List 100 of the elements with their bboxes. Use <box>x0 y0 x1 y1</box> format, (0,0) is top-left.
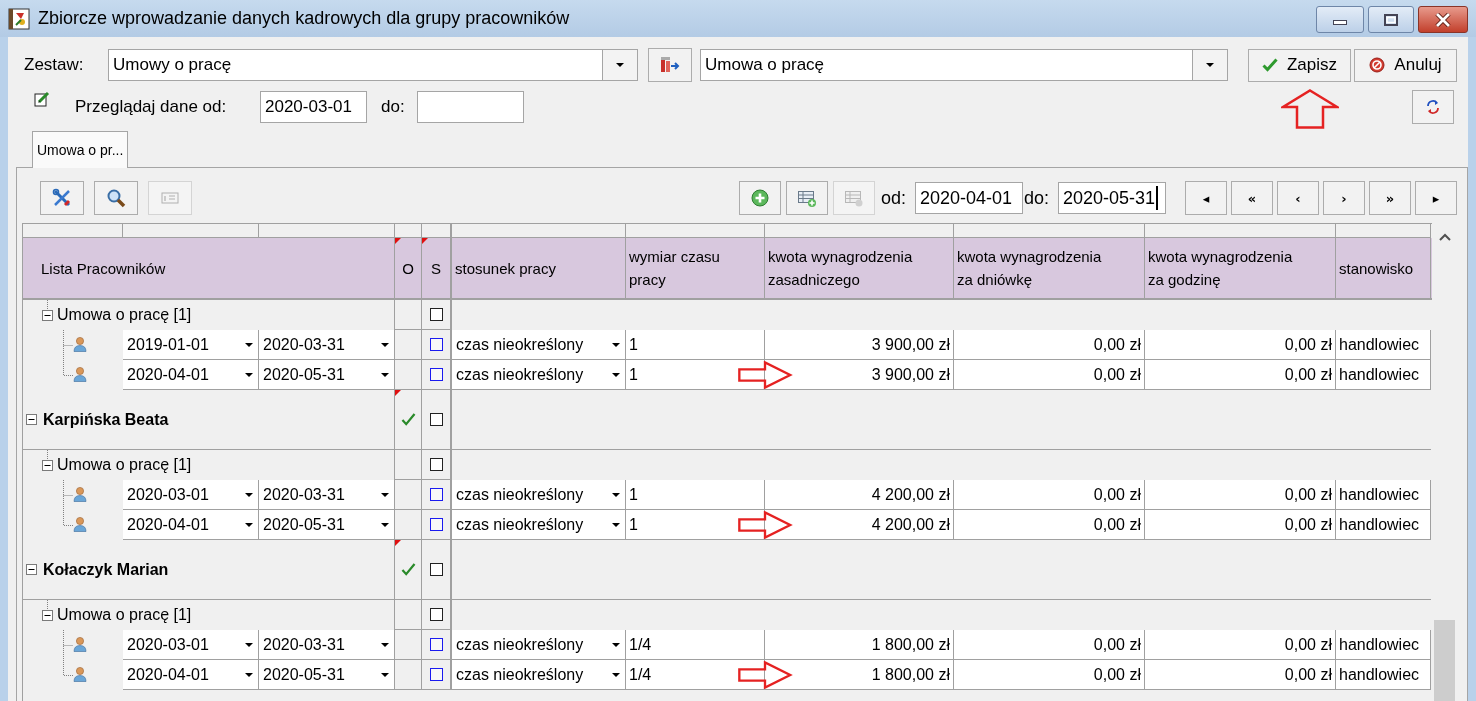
maximize-button[interactable] <box>1368 6 1414 33</box>
date-dropdown[interactable]: 2020-03-31 <box>259 630 395 660</box>
nav-button[interactable]: ◂ <box>1185 181 1227 215</box>
date-dropdown[interactable]: 2020-05-31 <box>259 660 395 690</box>
table-cell: handlowiec <box>1336 660 1431 690</box>
date-range-label: Przeglądaj dane od: <box>75 97 228 117</box>
date-dropdown[interactable]: 2019-01-01 <box>123 330 259 360</box>
person-icon <box>73 636 87 652</box>
caret-icon <box>245 522 253 527</box>
toolbar-button[interactable] <box>94 181 138 215</box>
edit-icon <box>34 91 50 107</box>
checkbox[interactable] <box>429 338 443 351</box>
form-field[interactable]: Umowa o pracę <box>700 49 1193 81</box>
date-dropdown[interactable]: 2020-04-01 <box>123 660 259 690</box>
tab[interactable]: Umowa o pr... <box>32 131 129 168</box>
person-icon <box>73 366 87 382</box>
date-dropdown[interactable]: 2020-03-01 <box>123 630 259 660</box>
date-range-label: do: <box>381 97 406 117</box>
nav-button[interactable]: » <box>1369 181 1411 215</box>
scrollbar-thumb[interactable] <box>1434 620 1455 701</box>
caret-icon <box>245 492 253 497</box>
document-icon <box>8 7 30 30</box>
table-cell: 0,00 zł <box>1145 630 1336 660</box>
table-cell: 4 200,00 zł <box>765 510 954 540</box>
date-field[interactable] <box>417 91 524 123</box>
table-cell: 3 900,00 zł <box>765 360 954 390</box>
table-cell: 1 <box>626 510 765 540</box>
table-cell: 0,00 zł <box>1145 360 1336 390</box>
save-button[interactable]: Zapisz <box>1248 48 1351 82</box>
relation-dropdown[interactable]: czas nieokreślony <box>452 510 626 540</box>
table-cell: handlowiec <box>1336 360 1431 390</box>
caret-icon <box>381 522 389 527</box>
checkbox[interactable] <box>429 608 443 621</box>
checkbox[interactable] <box>429 488 443 501</box>
nav-button[interactable]: › <box>1323 181 1365 215</box>
nav-button[interactable]: ‹ <box>1277 181 1319 215</box>
checkbox[interactable] <box>429 518 443 531</box>
employee-name: Karpińska Beata <box>43 410 169 429</box>
collapse-icon[interactable] <box>26 414 37 425</box>
table-cell: 1 <box>626 480 765 510</box>
date-dropdown[interactable]: 2020-05-31 <box>259 360 395 390</box>
checkbox[interactable] <box>429 458 443 471</box>
toolbar-button[interactable] <box>785 181 828 215</box>
column-header: wymiar czasu pracy <box>629 247 721 290</box>
window-title: Zbiorcze wprowadzanie danych kadrowych dla grupy pracowników <box>38 8 570 29</box>
checkbox[interactable] <box>429 638 443 651</box>
checkbox[interactable] <box>429 308 443 321</box>
table-cell: 4 200,00 zł <box>765 480 954 510</box>
checkbox[interactable] <box>429 368 443 381</box>
date-dropdown[interactable]: 2020-03-31 <box>259 480 395 510</box>
checkbox[interactable] <box>429 563 443 576</box>
close-button[interactable] <box>1418 6 1468 33</box>
collapse-icon[interactable] <box>26 564 37 575</box>
table-cell: handlowiec <box>1336 330 1431 360</box>
date-dropdown[interactable]: 2020-04-01 <box>123 360 259 390</box>
date-field[interactable]: 2020-03-01 <box>260 91 367 123</box>
nav-button[interactable]: ▸ <box>1415 181 1457 215</box>
date-dropdown[interactable]: 2020-03-01 <box>123 480 259 510</box>
caret-icon <box>612 642 620 647</box>
table-cell: 0,00 zł <box>1145 480 1336 510</box>
table-cell: 1 <box>626 360 765 390</box>
relation-dropdown[interactable]: czas nieokreślony <box>452 660 626 690</box>
minimize-button[interactable] <box>1316 6 1364 33</box>
collapse-icon[interactable] <box>42 310 53 321</box>
caret-icon <box>245 342 253 347</box>
set-label: Zestaw: <box>24 55 85 75</box>
toolbar-button[interactable] <box>738 181 781 215</box>
table-cell: 1/4 <box>626 660 765 690</box>
column-header: kwota wynagrodzenia za godzinę <box>1148 247 1294 290</box>
relation-dropdown[interactable]: czas nieokreślony <box>452 630 626 660</box>
column-header: stosunek pracy <box>455 258 556 279</box>
set-field[interactable]: Umowy o pracę <box>108 49 603 81</box>
table-cell: handlowiec <box>1336 510 1431 540</box>
column-header: kwota wynagrodzenia zasadniczego <box>768 247 914 290</box>
caret-icon <box>381 342 389 347</box>
caret-icon <box>381 642 389 647</box>
refresh-icon <box>1425 99 1441 115</box>
refresh-button[interactable] <box>1412 90 1454 124</box>
check-icon <box>1261 57 1278 73</box>
date-field[interactable]: 2020-05-31 <box>1058 182 1166 214</box>
collapse-icon[interactable] <box>42 610 53 621</box>
table-cell: handlowiec <box>1336 480 1431 510</box>
date-dropdown[interactable]: 2020-04-01 <box>123 510 259 540</box>
date-dropdown[interactable]: 2020-05-31 <box>259 510 395 540</box>
range-label: do: <box>1023 187 1049 209</box>
table-cell: 3 900,00 zł <box>765 330 954 360</box>
toolbar-button[interactable] <box>40 181 84 215</box>
nav-button[interactable]: « <box>1231 181 1273 215</box>
relation-dropdown[interactable]: czas nieokreślony <box>452 480 626 510</box>
checkbox[interactable] <box>429 413 443 426</box>
cancel-button[interactable]: Anuluj <box>1354 48 1457 82</box>
checkbox[interactable] <box>429 668 443 681</box>
table-cell: 0,00 zł <box>954 510 1145 540</box>
relation-dropdown[interactable]: czas nieokreślony <box>452 360 626 390</box>
transfer-button[interactable] <box>648 48 692 82</box>
collapse-icon[interactable] <box>42 460 53 471</box>
caret-icon <box>616 63 624 67</box>
relation-dropdown[interactable]: czas nieokreślony <box>452 330 626 360</box>
date-field[interactable]: 2020-04-01 <box>914 182 1023 214</box>
date-dropdown[interactable]: 2020-03-31 <box>259 330 395 360</box>
